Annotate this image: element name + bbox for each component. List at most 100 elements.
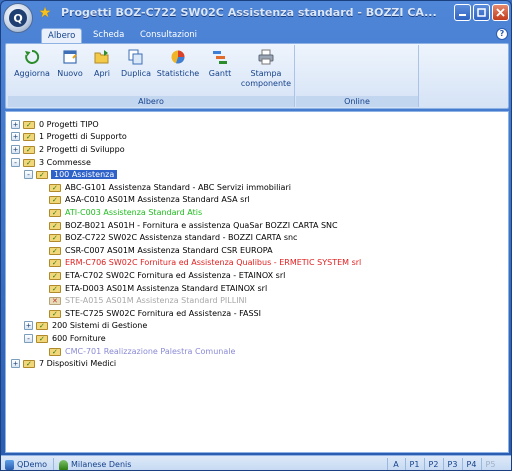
new-document-icon bbox=[61, 48, 79, 66]
ribbon-group-albero: Aggiorna Nuovo Apri Duplica Statistiche … bbox=[8, 45, 295, 107]
tree-node[interactable]: ✓ ABC-G101 Assistenza Standard - ABC Serv… bbox=[49, 181, 292, 194]
tab-scheda[interactable]: Scheda bbox=[87, 28, 130, 43]
status-user-label: Milanese Denis bbox=[71, 460, 132, 469]
status-key-p2[interactable]: P2 bbox=[425, 458, 442, 470]
statistiche-button[interactable]: Statistiche bbox=[156, 47, 200, 79]
tree-node-label: STE-C725 SW02C Fornitura ed Assistenza -… bbox=[65, 308, 261, 318]
refresh-icon bbox=[23, 48, 41, 66]
tree-node[interactable]: ✓ ETA-D003 AS01M Assistenza Standard ETAI… bbox=[49, 282, 268, 295]
stampa-componente-button[interactable]: Stampa componente bbox=[240, 47, 292, 89]
tree-node[interactable]: ✓ ASA-C010 AS01M Assistenza Standard ASA … bbox=[49, 194, 251, 207]
checked-folder-icon: ✓ bbox=[49, 183, 61, 192]
tree-node-label: 0 Progetti TIPO bbox=[39, 119, 99, 129]
status-key-p4[interactable]: P4 bbox=[463, 458, 480, 470]
ribbon-group-label-online: Online bbox=[296, 96, 418, 107]
tab-consultazioni[interactable]: Consultazioni bbox=[134, 28, 203, 43]
tree-node-label: 600 Forniture bbox=[52, 333, 106, 343]
tab-albero[interactable]: Albero bbox=[41, 28, 83, 43]
check-mark: ✓ bbox=[52, 284, 58, 293]
checked-folder-icon: ✓ bbox=[49, 309, 61, 318]
checked-folder-icon: ✓ bbox=[49, 221, 61, 230]
stampa-label-line2: componente bbox=[240, 79, 292, 88]
status-separator bbox=[53, 458, 54, 470]
tree-node[interactable]: + ✓ 1 Progetti di Supporto bbox=[11, 131, 128, 144]
duplica-button[interactable]: Duplica bbox=[120, 47, 152, 79]
stampa-label-line1: Stampa bbox=[250, 69, 282, 78]
status-user[interactable]: Milanese Denis bbox=[59, 458, 132, 470]
minimize-button[interactable] bbox=[454, 4, 471, 21]
tree-node[interactable]: + ✓ 0 Progetti TIPO bbox=[11, 118, 100, 131]
cross-mark: ✕ bbox=[52, 297, 58, 306]
status-key-p1[interactable]: P1 bbox=[406, 458, 423, 470]
ribbon-group-online: Online bbox=[296, 45, 419, 107]
check-mark: ✓ bbox=[52, 196, 58, 205]
maximize-button[interactable] bbox=[473, 4, 490, 21]
tree-node[interactable]: + ✓ 2 Progetti di Sviluppo bbox=[11, 143, 126, 156]
project-tree[interactable]: + ✓ 0 Progetti TIPO + ✓ 1 Progetti di Support… bbox=[5, 111, 509, 453]
aggiorna-button[interactable]: Aggiorna bbox=[14, 47, 50, 79]
q-logo-icon: Q bbox=[9, 9, 27, 27]
check-mark: ✓ bbox=[39, 171, 45, 180]
tree-node-label: ERM-C706 SW02C Fornitura ed Assistenza Q… bbox=[65, 258, 362, 268]
maximize-icon bbox=[477, 8, 486, 17]
expand-icon[interactable]: + bbox=[11, 359, 20, 369]
aggiorna-label: Aggiorna bbox=[14, 69, 50, 78]
close-button[interactable] bbox=[492, 4, 509, 21]
statistiche-label: Statistiche bbox=[156, 69, 200, 78]
status-key-p3[interactable]: P3 bbox=[444, 458, 461, 470]
tree-node[interactable]: ✕ STE-A015 AS01M Assistenza Standard PILL… bbox=[49, 294, 248, 307]
tree-node-label: ETA-C702 SW02C Fornitura ed Assistenza -… bbox=[65, 270, 286, 280]
application-menu-button[interactable]: Q bbox=[3, 3, 33, 33]
nuovo-button[interactable]: Nuovo bbox=[56, 47, 84, 79]
nuovo-label: Nuovo bbox=[57, 69, 83, 78]
check-mark: ✓ bbox=[39, 334, 45, 343]
tree-node[interactable]: ✓ BOZ-B021 AS01H - Fornitura e assistenza… bbox=[49, 219, 339, 232]
gantt-button[interactable]: Gantt bbox=[206, 47, 234, 79]
status-key-a[interactable]: A bbox=[389, 458, 403, 470]
checked-folder-icon: ✓ bbox=[49, 246, 61, 255]
tree-node[interactable]: + ✓ 200 Sistemi di Gestione bbox=[24, 320, 148, 333]
tree-node[interactable]: + ✓ 7 Dispositivi Medici bbox=[11, 357, 117, 370]
tree-node[interactable]: ✓ BOZ-C722 SW02C Assistenza standard - BO… bbox=[49, 231, 298, 244]
check-mark: ✓ bbox=[39, 322, 45, 331]
gantt-chart-icon bbox=[211, 48, 229, 66]
expand-icon[interactable]: + bbox=[11, 119, 20, 129]
collapse-icon[interactable]: - bbox=[11, 157, 20, 167]
tree-node[interactable]: ✓ ERM-C706 SW02C Fornitura ed Assistenza … bbox=[49, 257, 362, 270]
status-database-label: QDemo bbox=[17, 460, 48, 469]
tree-node-label: 1 Progetti di Supporto bbox=[39, 132, 127, 142]
checked-folder-icon: ✓ bbox=[36, 321, 48, 331]
duplicate-icon bbox=[127, 48, 145, 66]
check-mark: ✓ bbox=[52, 208, 58, 217]
tree-node[interactable]: ✓ ATI-C003 Assistenza Standard Atis bbox=[49, 206, 203, 219]
tree-node[interactable]: ✓ ETA-C702 SW02C Fornitura ed Assistenza … bbox=[49, 269, 286, 282]
status-bar: QDemo Milanese Denis A P1 P2 P3 P4 P5 bbox=[1, 455, 511, 470]
expand-icon[interactable]: + bbox=[11, 132, 20, 142]
status-database[interactable]: QDemo bbox=[5, 458, 48, 470]
tree-node-label: 2 Progetti di Sviluppo bbox=[39, 144, 125, 154]
tree-node-label: 7 Dispositivi Medici bbox=[39, 359, 117, 369]
check-mark: ✓ bbox=[52, 234, 58, 243]
star-icon[interactable]: ★ bbox=[37, 5, 53, 21]
tree-node[interactable]: - ✓ 3 Commesse bbox=[11, 156, 92, 169]
tree-node-label: BOZ-C722 SW02C Assistenza standard - BOZ… bbox=[65, 233, 298, 243]
tree-node[interactable]: ✓ CMC-701 Realizzazione Palestra Comunale bbox=[49, 345, 236, 358]
help-icon[interactable]: ? bbox=[496, 28, 508, 40]
expand-icon[interactable]: + bbox=[11, 144, 20, 154]
apri-button[interactable]: Apri bbox=[90, 47, 114, 79]
tree-node[interactable]: ✓ CSR-C007 AS01M Assistenza Standard CSR … bbox=[49, 244, 274, 257]
tree-node-label: ATI-C003 Assistenza Standard Atis bbox=[65, 207, 203, 217]
collapse-icon[interactable]: - bbox=[24, 333, 33, 343]
checked-folder-icon: ✓ bbox=[23, 132, 35, 142]
tree-node-label: STE-A015 AS01M Assistenza Standard PILLI… bbox=[65, 296, 247, 306]
open-folder-icon bbox=[93, 48, 111, 66]
check-mark: ✓ bbox=[26, 120, 32, 129]
check-mark: ✓ bbox=[52, 246, 58, 255]
tree-node[interactable]: - ✓ 100 Assistenza bbox=[24, 168, 118, 181]
tree-node[interactable]: ✓ STE-C725 SW02C Fornitura ed Assistenza … bbox=[49, 307, 262, 320]
check-mark: ✓ bbox=[26, 158, 32, 167]
expand-icon[interactable]: + bbox=[24, 321, 33, 331]
collapse-icon[interactable]: - bbox=[24, 170, 33, 180]
tree-node[interactable]: - ✓ 600 Forniture bbox=[24, 332, 107, 345]
checked-folder-icon: ✓ bbox=[23, 145, 35, 154]
